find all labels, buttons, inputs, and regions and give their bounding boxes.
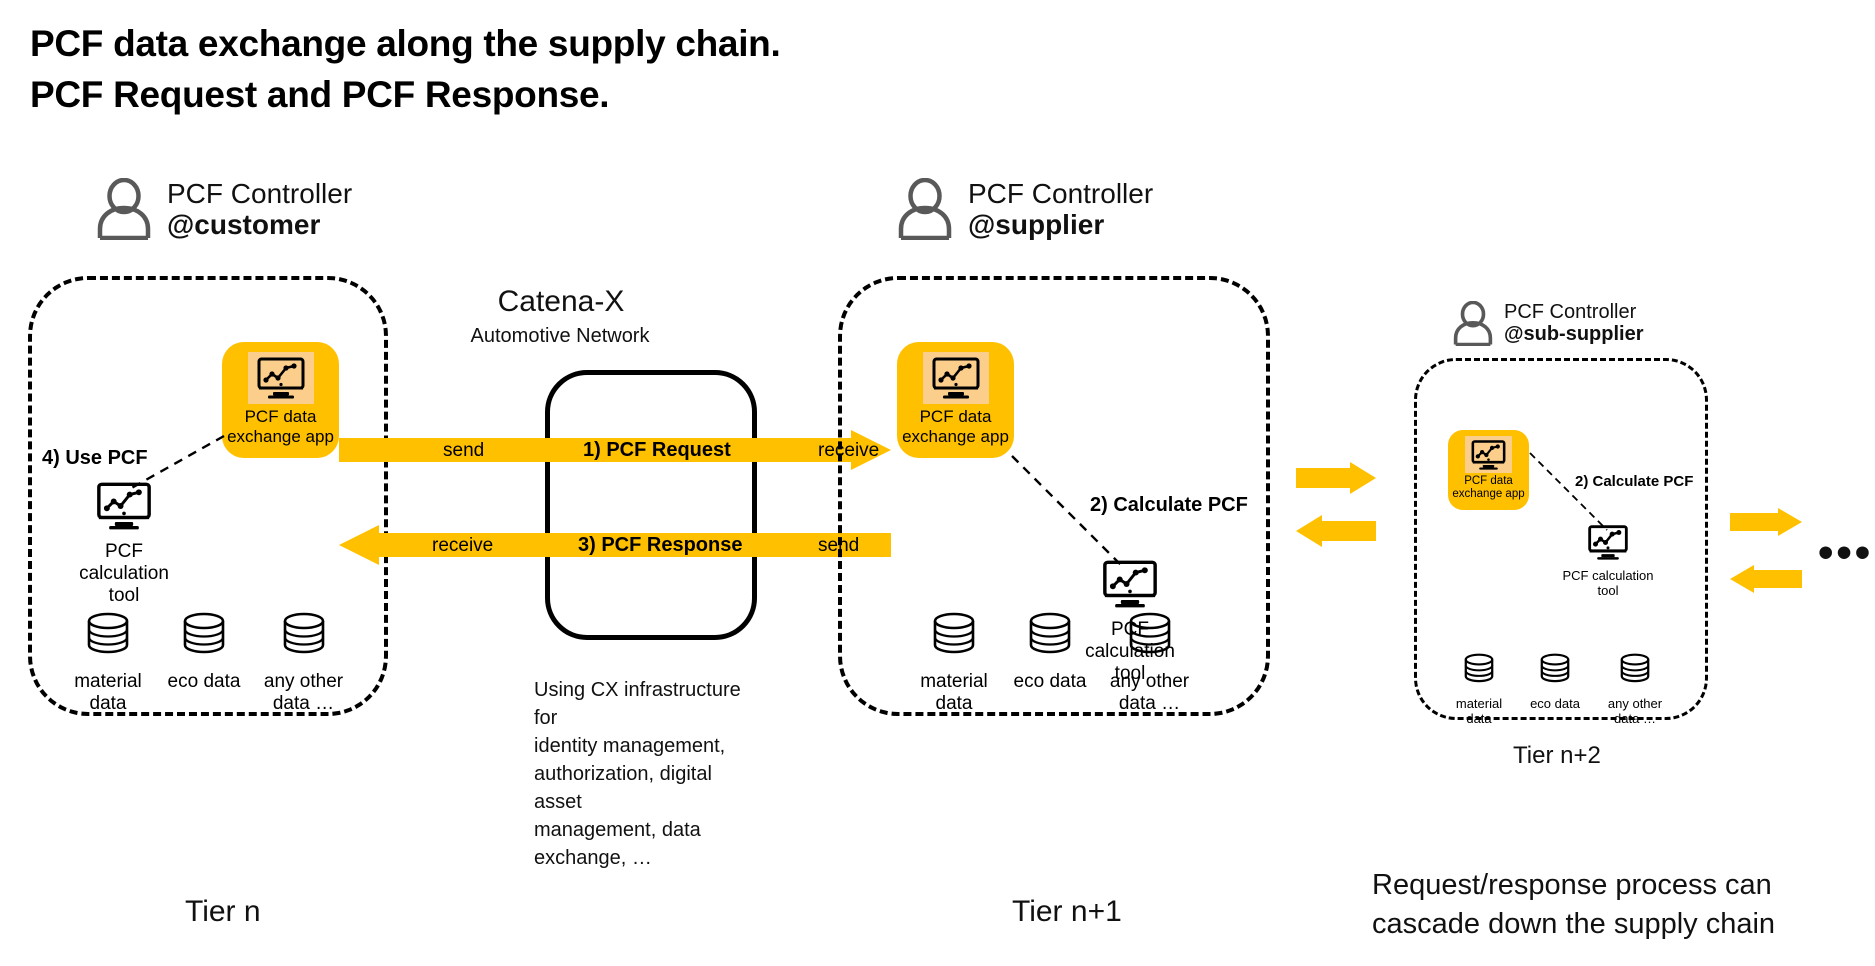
cascade-arrow-left-1 — [1296, 515, 1376, 547]
app-label: PCF data exchange app — [902, 407, 1009, 446]
database-icon — [1619, 653, 1651, 692]
subsupplier-database-material: material data — [1443, 653, 1515, 726]
network-note: Using CX infrastructure for identity man… — [534, 679, 741, 869]
subsupplier-controller-header: PCF Controller @sub-supplier — [1452, 301, 1644, 346]
database-icon — [1539, 653, 1571, 692]
customer-database-eco: eco data — [158, 612, 250, 693]
subsupplier-pcf-data-exchange-app[interactable]: PCF data exchange app — [1448, 430, 1529, 510]
supplier-database-other: any other data … — [1102, 612, 1197, 715]
tool-label: PCF calculation tool — [1562, 568, 1654, 599]
person-icon — [1452, 301, 1494, 346]
supplier-pcf-data-exchange-app[interactable]: PCF data exchange app — [897, 342, 1014, 458]
database-icon — [281, 612, 327, 665]
database-label: material data — [1455, 696, 1503, 727]
customer-pcf-data-exchange-app[interactable]: PCF data exchange app — [222, 342, 339, 458]
cascade-note: Request/response process can cascade dow… — [1372, 869, 1776, 940]
app-label: PCF data exchange app — [227, 407, 334, 446]
person-icon — [95, 178, 153, 240]
controller-handle-label: @supplier — [968, 209, 1105, 241]
subsupplier-app-tool-connector — [1529, 452, 1608, 531]
database-label: material data — [74, 671, 142, 715]
subsupplier-database-eco: eco data — [1519, 653, 1591, 711]
flow-name-label-1: 1) PCF Request — [583, 439, 731, 461]
database-label: any other data … — [1607, 696, 1663, 727]
controller-handle-label: @sub-supplier — [1504, 323, 1644, 346]
supplier-database-material: material data — [908, 612, 1000, 715]
database-icon — [85, 612, 131, 665]
subsupplier-database-other: any other data … — [1596, 653, 1674, 726]
tier-n-label: Tier n — [185, 895, 261, 928]
database-label: any other data … — [1109, 671, 1190, 715]
monitor-chart-icon — [1100, 560, 1160, 613]
database-icon — [1027, 612, 1073, 665]
database-label: any other data … — [263, 671, 344, 715]
cascade-arrow-left-2 — [1730, 565, 1802, 593]
database-icon — [931, 612, 977, 665]
app-label: PCF data exchange app — [1452, 475, 1525, 501]
database-label: eco data — [1530, 696, 1580, 711]
network-subtitle: Automotive Network — [470, 325, 650, 347]
database-label: material data — [920, 671, 988, 715]
monitor-chart-icon — [922, 352, 989, 404]
customer-database-material: material data — [62, 612, 154, 715]
catena-x-network-boundary — [545, 370, 757, 640]
database-label: eco data — [167, 671, 241, 692]
database-label: eco data — [1013, 671, 1087, 692]
page-title: PCF data exchange along the supply chain… — [30, 23, 781, 116]
flow-name-label-2: 3) PCF Response — [578, 534, 743, 556]
supplier-database-eco: eco data — [1004, 612, 1096, 693]
tier-n-plus-2-label: Tier n+2 — [1513, 742, 1601, 769]
supplier-app-tool-connector — [1011, 455, 1123, 567]
supplier-controller-header: PCF Controller @supplier — [896, 178, 1153, 241]
controller-role-label: PCF Controller — [968, 178, 1154, 209]
tool-label: PCF calculation tool — [79, 541, 169, 607]
database-icon — [1127, 612, 1173, 665]
controller-role-label: PCF Controller — [167, 178, 353, 209]
monitor-chart-icon — [1586, 525, 1630, 565]
monitor-chart-icon — [1465, 436, 1512, 473]
cascade-arrow-right-2 — [1730, 508, 1802, 536]
controller-role-label: PCF Controller — [1504, 301, 1637, 323]
flow-receive-label-2: receive — [432, 535, 494, 556]
cascade-arrow-right-1 — [1296, 462, 1376, 494]
database-icon — [181, 612, 227, 665]
subsupplier-pcf-calculation-tool: PCF calculation tool — [1562, 525, 1654, 598]
customer-controller-header: PCF Controller @customer — [95, 178, 352, 241]
customer-database-other: any other data … — [256, 612, 351, 715]
monitor-chart-icon — [94, 482, 154, 535]
flow-send-label-1: send — [443, 440, 485, 461]
person-icon — [896, 178, 954, 240]
network-title: Catena-X — [497, 285, 625, 318]
database-icon — [1463, 653, 1495, 692]
monitor-chart-icon — [247, 352, 314, 404]
tier-n-plus-1-label: Tier n+1 — [1012, 895, 1122, 928]
continuation-ellipsis: ••• — [1818, 528, 1874, 577]
customer-pcf-calculation-tool: PCF calculation tool — [72, 482, 176, 607]
controller-handle-label: @customer — [167, 209, 321, 241]
